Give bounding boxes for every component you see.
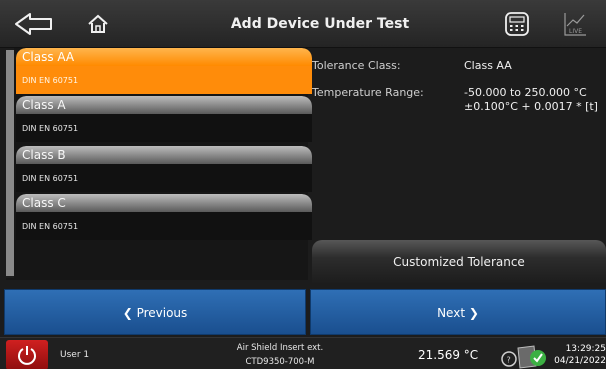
class-item-aa[interactable]: Class AA DIN EN 60751 bbox=[16, 48, 312, 94]
page-title: Add Device Under Test bbox=[230, 16, 410, 32]
class-item-name: Class AA bbox=[16, 48, 312, 66]
class-item-a[interactable]: Class A DIN EN 60751 bbox=[16, 96, 312, 142]
clock-time: 13:29:25 bbox=[565, 344, 606, 354]
class-item-standard: DIN EN 60751 bbox=[16, 164, 312, 192]
svg-text:?: ? bbox=[507, 356, 511, 365]
power-button[interactable] bbox=[6, 340, 48, 369]
header-bar: Add Device Under Test LIVE bbox=[0, 0, 606, 48]
temperature-range-label: Temperature Range: bbox=[312, 86, 424, 99]
class-item-c[interactable]: Class C DIN EN 60751 bbox=[16, 194, 312, 240]
home-icon bbox=[88, 14, 108, 33]
scrollbar-thumb[interactable] bbox=[6, 50, 14, 276]
back-button[interactable] bbox=[12, 8, 56, 40]
tolerance-class-label: Tolerance Class: bbox=[312, 59, 401, 72]
device-line-2: CTD9350-700-M bbox=[245, 357, 315, 367]
reference-temperature: 21.569 °C bbox=[418, 348, 479, 362]
device-info: Air Shield Insert ext. CTD9350-700-M bbox=[210, 341, 350, 369]
calculator-icon bbox=[505, 12, 529, 36]
class-item-name: Class B bbox=[16, 146, 312, 164]
next-button[interactable]: Next ❯ bbox=[310, 289, 606, 335]
device-line-1: Air Shield Insert ext. bbox=[236, 343, 324, 353]
status-bar: User 1 Air Shield Insert ext. CTD9350-70… bbox=[0, 337, 606, 369]
svg-text:LIVE: LIVE bbox=[569, 28, 582, 35]
class-item-b[interactable]: Class B DIN EN 60751 bbox=[16, 146, 312, 192]
tolerance-class-value: Class AA bbox=[464, 59, 512, 72]
clock: 13:29:25 04/21/2022 bbox=[552, 343, 606, 367]
live-chart-icon: LIVE bbox=[564, 13, 586, 36]
temperature-range-value: -50.000 to 250.000 °C bbox=[464, 86, 587, 99]
tolerance-formula: ±0.100°C + 0.0017 * [t] bbox=[464, 100, 598, 113]
tolerance-class-list: Class AA DIN EN 60751 Class A DIN EN 607… bbox=[6, 48, 312, 280]
clock-date: 04/21/2022 bbox=[554, 356, 606, 366]
connection-status-icon: ? bbox=[500, 340, 552, 369]
calculator-button[interactable] bbox=[500, 8, 534, 40]
class-item-standard: DIN EN 60751 bbox=[16, 66, 312, 94]
previous-button[interactable]: ❮ Previous bbox=[4, 289, 306, 335]
user-name: User 1 bbox=[60, 350, 90, 360]
class-item-name: Class C bbox=[16, 194, 312, 212]
class-item-name: Class A bbox=[16, 96, 312, 114]
live-chart-button[interactable]: LIVE bbox=[560, 8, 590, 40]
customized-tolerance-button[interactable]: Customized Tolerance bbox=[312, 240, 606, 284]
class-item-standard: DIN EN 60751 bbox=[16, 212, 312, 240]
power-icon bbox=[18, 346, 36, 365]
list-scrollbar[interactable] bbox=[6, 48, 14, 278]
arrow-left-icon bbox=[15, 13, 52, 35]
class-item-standard: DIN EN 60751 bbox=[16, 114, 312, 142]
home-button[interactable] bbox=[82, 8, 114, 40]
